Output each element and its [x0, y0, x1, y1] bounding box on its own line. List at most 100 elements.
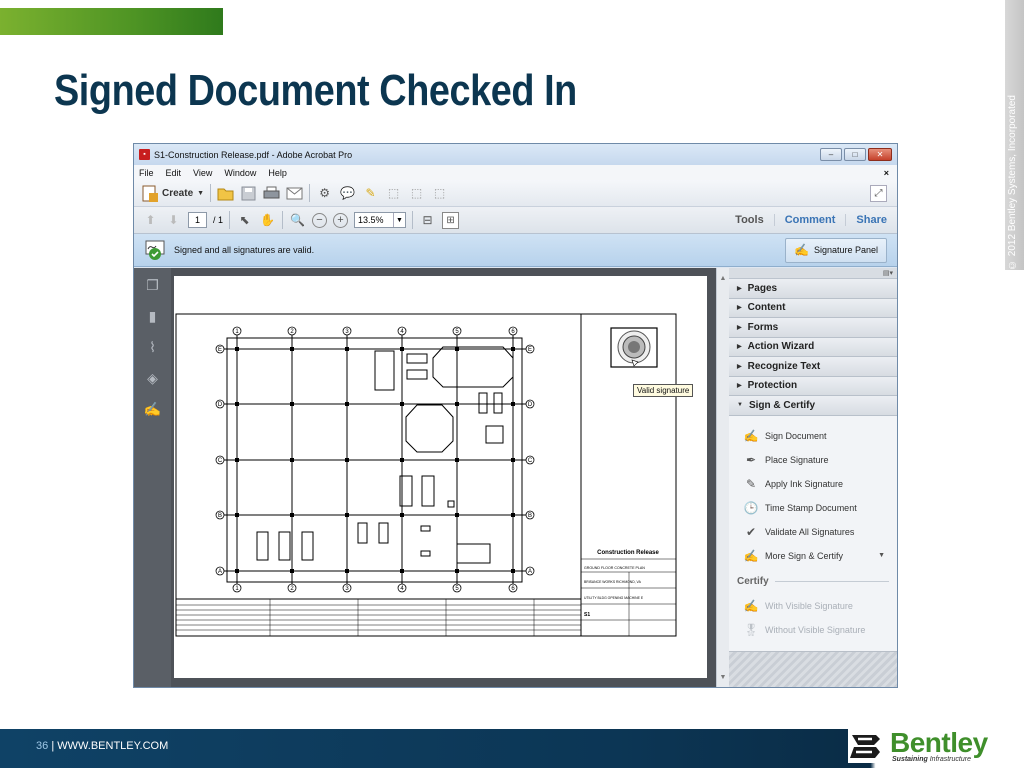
certify-visible-item[interactable]: ✍ With Visible Signature: [743, 594, 897, 618]
more-sign-certify-item[interactable]: ✍ More Sign & Certify ▼: [743, 544, 897, 568]
signature-panel-icon[interactable]: ✍: [144, 400, 162, 418]
tab-tools[interactable]: Tools: [725, 214, 774, 226]
title-block-heading: Construction Release: [597, 550, 659, 556]
attachment-icon[interactable]: ⌇: [144, 338, 162, 356]
email-icon[interactable]: [286, 185, 303, 202]
triangle-right-icon: ▶: [737, 305, 742, 312]
apply-ink-signature-item[interactable]: ✎ Apply Ink Signature: [743, 472, 897, 496]
panel-options-icon[interactable]: ▤▾: [883, 269, 893, 277]
green-accent-bar: [0, 8, 223, 35]
chevron-down-icon: ▼: [197, 189, 205, 197]
logo-tagline-rest: Infrastructure: [927, 755, 971, 763]
layers-icon[interactable]: ◈: [144, 369, 162, 387]
create-button[interactable]: Create ▼: [142, 185, 204, 202]
menu-window[interactable]: Window: [224, 168, 256, 178]
menu-view[interactable]: View: [193, 168, 212, 178]
grid-label: E: [218, 347, 222, 353]
section-protection[interactable]: ▶ Protection: [729, 376, 897, 396]
signature-panel-button[interactable]: ✍ Signature Panel: [785, 237, 887, 263]
maximize-button[interactable]: □: [844, 148, 866, 161]
fullscreen-icon[interactable]: ⤢: [870, 184, 887, 202]
previous-page-icon[interactable]: ⬆: [142, 212, 159, 229]
footer-website: WWW.BENTLEY.COM: [57, 740, 169, 752]
section-pages[interactable]: ▶ Pages: [729, 279, 897, 299]
scroll-down-icon[interactable]: ▼: [717, 671, 729, 683]
section-forms[interactable]: ▶ Forms: [729, 318, 897, 338]
save-icon[interactable]: [240, 185, 257, 202]
page-number-input[interactable]: 1: [188, 212, 207, 228]
hand-tool-icon[interactable]: ✋: [259, 212, 276, 229]
time-stamp-document-item[interactable]: 🕒 Time Stamp Document: [743, 496, 897, 520]
print-icon[interactable]: [263, 185, 280, 202]
combine-icon[interactable]: ⬚: [431, 185, 448, 202]
bookmark-icon[interactable]: ▮: [144, 307, 162, 325]
chevron-down-icon: ▼: [878, 552, 885, 559]
create-label: Create: [162, 187, 194, 199]
toolbar-separator: [412, 211, 414, 229]
signature-valid-icon: [145, 240, 165, 260]
certify-ribbon-icon: 🎖: [743, 622, 759, 637]
toolbar-separator: [282, 211, 284, 229]
export-icon[interactable]: ⬚: [408, 185, 425, 202]
next-page-icon[interactable]: ⬇: [165, 212, 182, 229]
section-label: Protection: [747, 380, 798, 392]
place-signature-item[interactable]: ✒ Place Signature: [743, 448, 897, 472]
open-folder-icon[interactable]: [217, 185, 234, 202]
section-content[interactable]: ▶ Content: [729, 298, 897, 318]
chevron-down-icon: ▼: [393, 213, 405, 227]
stamp-icon[interactable]: ⬚: [385, 185, 402, 202]
footer-page-number: 36: [36, 740, 49, 752]
triangle-right-icon: ▶: [737, 285, 742, 292]
grid-label: B: [528, 513, 532, 519]
vertical-scrollbar[interactable]: ▲ ▼: [716, 268, 729, 687]
toolbar-separator: [229, 211, 231, 229]
document-view: 1 2 3 4 5 6 1 2 3 4 5 6 E D C B A E D C …: [171, 268, 716, 687]
tab-comment[interactable]: Comment: [773, 214, 846, 226]
marquee-zoom-icon[interactable]: 🔍: [289, 212, 306, 229]
side-copyright: © 2012 Bentley Systems, Incorporated: [1007, 95, 1018, 270]
grid-label: B: [218, 513, 222, 519]
certify-invisible-item[interactable]: 🎖 Without Visible Signature: [743, 618, 897, 642]
clock-document-icon: 🕒: [743, 500, 759, 515]
title-block-project: UTILITY BLDG OPENING MACHINE E: [584, 596, 644, 600]
pen-icon: ✒: [745, 452, 757, 467]
menu-file[interactable]: File: [139, 168, 154, 178]
minimize-button[interactable]: –: [820, 148, 842, 161]
zoom-select[interactable]: 13.5% ▼: [354, 212, 407, 228]
right-tabs: Tools Comment Share: [725, 214, 897, 226]
signature-status-bar: Signed and all signatures are valid. ✍ S…: [134, 234, 897, 267]
drawing-plan: 1 2 3 4 5 6 1 2 3 4 5 6 E D C B A E D C …: [175, 313, 677, 637]
logo-tagline-bold: Sustaining: [892, 755, 928, 763]
comment-icon[interactable]: 💬: [339, 185, 356, 202]
ink-signature-icon: ✎: [745, 476, 757, 491]
menu-edit[interactable]: Edit: [166, 168, 182, 178]
workspace: ❐ ▮ ⌇ ◈ ✍ 1 2 3 4 5 6 1 2 3 4 5 6 E D C …: [134, 268, 897, 687]
section-sign-certify[interactable]: ▼ Sign & Certify: [729, 396, 897, 416]
gear-icon[interactable]: ⚙: [316, 185, 333, 202]
item-label: Validate All Signatures: [765, 526, 855, 537]
grid-label: A: [528, 569, 532, 575]
menu-help[interactable]: Help: [268, 168, 287, 178]
section-action-wizard[interactable]: ▶ Action Wizard: [729, 337, 897, 357]
fit-page-icon[interactable]: ⊞: [442, 211, 460, 229]
highlight-icon[interactable]: ✎: [362, 185, 379, 202]
zoom-in-icon[interactable]: +: [333, 212, 349, 228]
grid-label: D: [528, 402, 533, 408]
fit-width-icon[interactable]: ⊟: [419, 212, 436, 229]
close-document-icon[interactable]: ×: [884, 168, 889, 178]
validate-signatures-item[interactable]: ✔ Validate All Signatures: [743, 520, 897, 544]
item-label: Without Visible Signature: [765, 624, 866, 635]
section-recognize-text[interactable]: ▶ Recognize Text: [729, 357, 897, 377]
signature-seal[interactable]: [610, 327, 658, 368]
sign-document-item[interactable]: ✍ Sign Document: [743, 424, 897, 448]
grid-label: C: [218, 458, 223, 464]
scroll-up-icon[interactable]: ▲: [717, 272, 729, 284]
zoom-out-icon[interactable]: −: [312, 212, 328, 228]
signature-panel-label: Signature Panel: [813, 245, 878, 255]
acrobat-window: ▪ S1-Construction Release.pdf - Adobe Ac…: [133, 143, 898, 688]
section-label: Content: [747, 302, 786, 314]
close-button[interactable]: ✕: [868, 148, 892, 161]
select-tool-icon[interactable]: ⬉: [236, 212, 253, 229]
tab-share[interactable]: Share: [845, 214, 897, 226]
pages-panel-icon[interactable]: ❐: [144, 276, 162, 294]
